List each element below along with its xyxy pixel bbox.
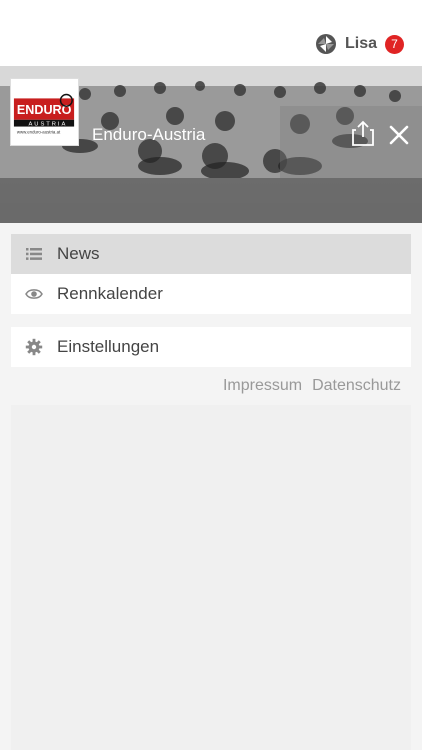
user-profile[interactable]: Lisa 7: [315, 33, 404, 55]
notification-badge[interactable]: 7: [385, 34, 404, 54]
hero-title: Enduro-Austria: [92, 125, 206, 144]
user-name: Lisa: [344, 35, 377, 52]
datenschutz-link[interactable]: Datenschutz: [312, 377, 401, 395]
top-bar: Lisa 7: [0, 0, 422, 66]
list-icon: [26, 248, 42, 260]
menu-item-news[interactable]: News: [11, 234, 411, 274]
impressum-link[interactable]: Impressum: [223, 377, 302, 395]
share-icon[interactable]: [351, 120, 375, 146]
menu-item-label: News: [57, 244, 100, 263]
close-icon[interactable]: [388, 124, 410, 146]
content-area: [11, 405, 411, 750]
user-logo-icon: [315, 34, 336, 54]
gear-icon: [25, 338, 43, 356]
footer-links: Impressum Datenschutz: [223, 377, 401, 395]
menu-item-einstellungen[interactable]: Einstellungen: [11, 327, 411, 367]
menu-item-rennkalender[interactable]: Rennkalender: [11, 274, 411, 314]
menu-item-label: Rennkalender: [57, 284, 163, 303]
logo-sub: AUSTRIA: [28, 122, 67, 128]
club-logo: ENDURO AUSTRIA www.enduro-austria.at: [10, 78, 79, 146]
main-menu: News Rennkalender: [11, 234, 411, 314]
eye-icon: [25, 289, 43, 299]
enduro-austria-logo: ENDURO AUSTRIA www.enduro-austria.at: [11, 79, 78, 145]
hero-title-bar: [0, 178, 422, 223]
menu-item-label: Einstellungen: [57, 337, 160, 356]
settings-menu: Einstellungen: [11, 327, 411, 367]
logo-url: www.enduro-austria.at: [17, 129, 61, 134]
